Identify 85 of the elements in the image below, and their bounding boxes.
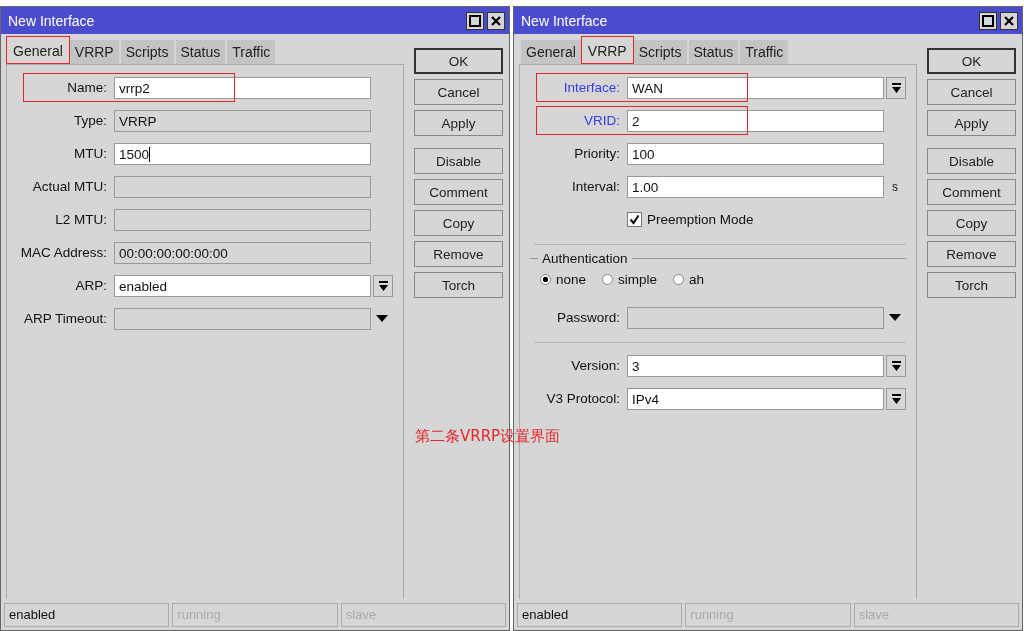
close-button[interactable] xyxy=(1000,11,1018,30)
dropdown-arrow-icon xyxy=(891,82,901,93)
dialog-button[interactable]: Cancel xyxy=(414,79,503,105)
section-title: Authentication xyxy=(542,251,628,266)
field-label: Interval: xyxy=(570,179,621,194)
dropdown-button[interactable] xyxy=(886,387,906,410)
input-field: VRRP xyxy=(114,109,371,132)
close-button[interactable] xyxy=(487,11,505,30)
input-field[interactable]: IPv4 xyxy=(627,387,884,410)
checkbox[interactable] xyxy=(627,212,642,227)
annotation-frame xyxy=(6,36,70,64)
input-field[interactable]: 2 xyxy=(627,109,884,132)
check-icon xyxy=(629,214,640,225)
field-label: Priority: xyxy=(573,146,621,161)
caret-icon xyxy=(889,314,901,321)
field-label: VRID: xyxy=(583,113,621,128)
input-field[interactable]: 1500 xyxy=(114,142,371,165)
dropdown-button[interactable] xyxy=(886,354,906,377)
input-field[interactable]: 3 xyxy=(627,354,884,377)
maximize-button[interactable] xyxy=(466,11,484,30)
window-title: New Interface xyxy=(521,12,608,29)
dialog-button[interactable]: OK xyxy=(414,48,503,74)
field-label: MAC Address: xyxy=(19,245,108,260)
input-field: 00:00:00:00:00:00 xyxy=(114,241,371,264)
field-label: Version: xyxy=(570,358,621,373)
dialog-button[interactable]: Copy xyxy=(414,210,503,236)
unit-label: s xyxy=(891,179,899,194)
status-cell: enabled xyxy=(517,603,683,627)
field-label: Name: xyxy=(66,80,108,95)
dialog-button[interactable]: Remove xyxy=(414,241,503,267)
tab[interactable]: Scripts xyxy=(633,40,687,64)
field-label: Interface: xyxy=(562,80,621,95)
dialog-button[interactable]: Disable xyxy=(927,148,1016,174)
dropdown-button[interactable] xyxy=(373,274,393,297)
field-label: MTU: xyxy=(73,146,108,161)
dialog-button[interactable]: Torch xyxy=(927,272,1016,298)
input-field[interactable]: 1.00 xyxy=(627,175,884,198)
radio-button[interactable] xyxy=(540,274,551,285)
tab[interactable]: Status xyxy=(175,40,226,64)
maximize-icon xyxy=(982,14,994,27)
maximize-icon xyxy=(469,14,481,27)
window-title: New Interface xyxy=(8,12,95,29)
dialog-button[interactable]: Torch xyxy=(414,272,503,298)
maximize-button[interactable] xyxy=(979,11,997,30)
tab[interactable]: General xyxy=(521,40,581,64)
caret-icon xyxy=(376,315,388,322)
dropdown-button[interactable] xyxy=(886,76,906,99)
dialog-button[interactable]: Cancel xyxy=(927,79,1016,105)
dialog-button[interactable]: Disable xyxy=(414,148,503,174)
dropdown-arrow-icon xyxy=(378,280,388,291)
tab[interactable]: Scripts xyxy=(120,40,174,64)
input-field[interactable]: vrrp2 xyxy=(114,76,371,99)
dropdown-arrow-icon xyxy=(891,360,901,371)
checkbox-option[interactable]: Preemption Mode xyxy=(627,212,754,227)
dialog-button[interactable]: Comment xyxy=(414,179,503,205)
dialog-button[interactable]: Remove xyxy=(927,241,1016,267)
tab[interactable]: Traffic xyxy=(740,40,789,64)
close-icon xyxy=(1003,14,1015,27)
annotation-frame xyxy=(580,36,634,64)
dialog-button[interactable]: Apply xyxy=(414,110,503,136)
input-field[interactable]: WAN xyxy=(627,76,884,99)
field-label: Password: xyxy=(555,310,621,325)
field-label: ARP: xyxy=(74,278,108,293)
field-label: Actual MTU: xyxy=(31,179,108,194)
tab[interactable]: VRRP xyxy=(69,40,119,64)
close-icon xyxy=(490,14,502,27)
radio-option[interactable]: ah xyxy=(673,272,705,287)
dialog-button[interactable]: Comment xyxy=(927,179,1016,205)
field-label: ARP Timeout: xyxy=(22,311,108,326)
status-cell: enabled xyxy=(4,603,170,627)
input-field[interactable]: enabled xyxy=(114,274,371,297)
dialog-button[interactable]: Copy xyxy=(927,210,1016,236)
dialog-button[interactable]: OK xyxy=(927,48,1016,74)
radio-option[interactable]: simple xyxy=(602,272,658,287)
tab[interactable]: Traffic xyxy=(227,40,276,64)
radio-button[interactable] xyxy=(602,274,614,285)
radio-option[interactable]: none xyxy=(540,272,587,287)
radio-button[interactable] xyxy=(673,274,685,285)
input-field[interactable]: 100 xyxy=(627,142,884,165)
field-label: V3 Protocol: xyxy=(545,391,621,406)
dialog-button[interactable]: Apply xyxy=(927,110,1016,136)
dropdown-arrow-icon xyxy=(891,393,901,404)
field-label: Type: xyxy=(72,113,108,128)
tab[interactable]: Status xyxy=(688,40,739,64)
field-label: L2 MTU: xyxy=(54,212,108,227)
